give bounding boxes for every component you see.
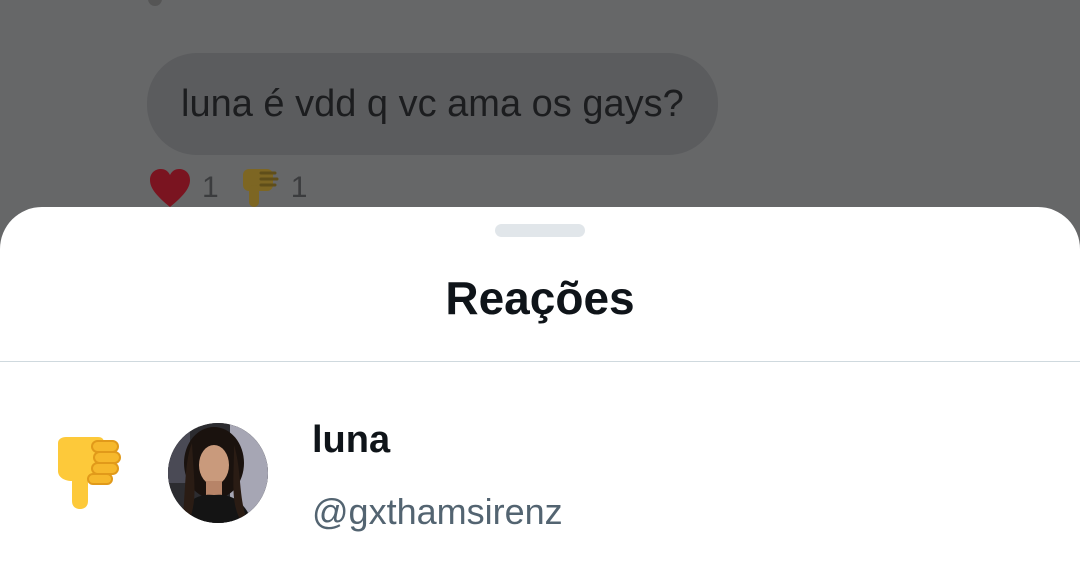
thumbs-down-reaction-count: 1	[290, 171, 308, 204]
thumbs-down-icon	[242, 169, 279, 207]
heart-icon	[150, 169, 190, 207]
reactor-display-name: luna	[312, 419, 391, 461]
reactor-list-item[interactable]: luna @gxthamsirenz	[0, 403, 1080, 543]
message-reactions[interactable]: 1 1	[148, 166, 325, 210]
avatar[interactable]	[168, 423, 268, 523]
message-bubble[interactable]: luna é vdd q vc ama os gays?	[147, 53, 718, 155]
reactor-username: @gxthamsirenz	[312, 491, 563, 532]
message-text: luna é vdd q vc ama os gays?	[181, 83, 684, 125]
sheet-divider	[0, 361, 1080, 362]
dimmed-avatar-fragment	[148, 0, 162, 6]
sheet-title: Reações	[445, 272, 635, 324]
heart-reaction-count: 1	[202, 171, 219, 204]
profile-photo	[168, 423, 268, 523]
sheet-drag-handle[interactable]	[495, 224, 585, 237]
dm-conversation-screen: luna é vdd q vc ama os gays? 1 1 Reações	[0, 0, 1080, 572]
reactions-bottom-sheet: Reações luna @gxthamsirenz	[0, 207, 1080, 572]
thumbs-down-icon	[58, 437, 121, 509]
